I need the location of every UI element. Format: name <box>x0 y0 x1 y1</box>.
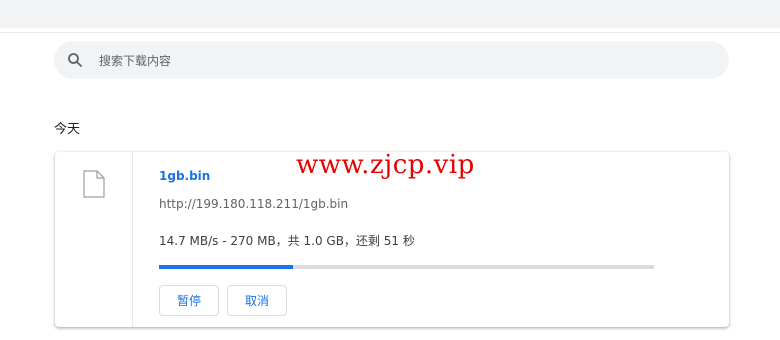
download-progress-bar <box>159 265 654 269</box>
search-icon[interactable] <box>66 51 84 69</box>
date-header: 今天 <box>54 122 81 137</box>
download-progress-fill <box>159 265 293 269</box>
download-url[interactable]: http://199.180.118.211/1gb.bin <box>159 197 348 211</box>
download-status: 14.7 MB/s - 270 MB，共 1.0 GB，还剩 51 秒 <box>159 234 415 248</box>
toolbar-divider <box>0 32 780 33</box>
search-placeholder[interactable]: 搜索下载内容 <box>99 52 171 69</box>
search-field[interactable]: 搜索下载内容 <box>54 41 729 79</box>
file-icon <box>83 170 105 198</box>
download-icon-column <box>55 152 133 327</box>
watermark-text: www.zjcp.vip <box>296 150 475 180</box>
cancel-button[interactable]: 取消 <box>227 285 287 316</box>
pause-button[interactable]: 暂停 <box>159 285 219 316</box>
top-toolbar <box>0 0 780 28</box>
download-filename-link[interactable]: 1gb.bin <box>159 169 210 183</box>
